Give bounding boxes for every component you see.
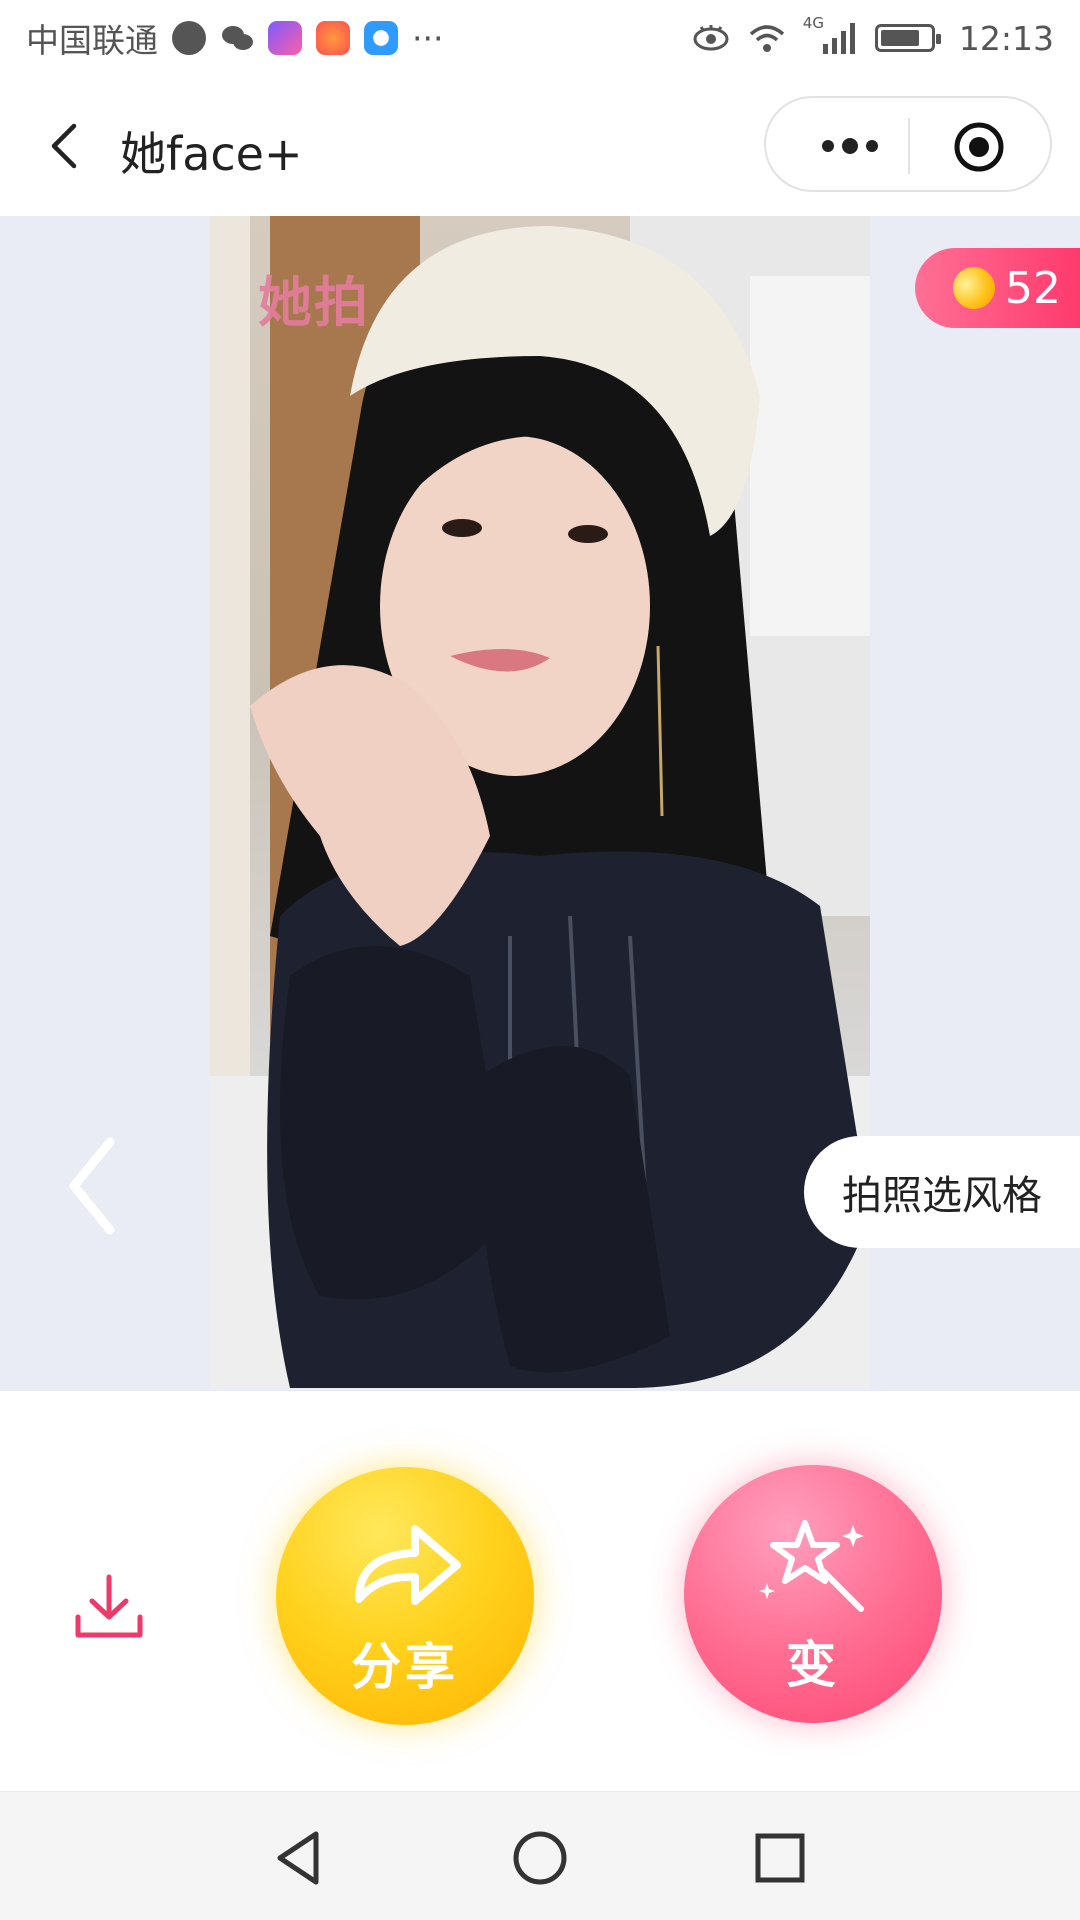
download-icon[interactable] bbox=[72, 1571, 146, 1645]
pinwheel-app-icon bbox=[316, 21, 350, 55]
coin-count: 52 bbox=[1005, 262, 1061, 314]
wechat-icon bbox=[220, 21, 254, 55]
close-target-icon[interactable] bbox=[952, 120, 1006, 174]
transform-button[interactable]: 变 bbox=[684, 1465, 942, 1723]
back-icon[interactable] bbox=[34, 112, 102, 180]
status-right: 4G 12:13 bbox=[691, 14, 1054, 58]
chevron-left-icon[interactable] bbox=[58, 1126, 130, 1246]
coin-badge[interactable]: 52 bbox=[915, 248, 1080, 328]
photo-watermark: 她拍 bbox=[258, 271, 370, 334]
carrier-label: 中国联通 bbox=[26, 21, 158, 60]
mini-program-capsule bbox=[764, 96, 1052, 192]
qq-icon bbox=[172, 21, 206, 55]
status-left: 中国联通 ··· bbox=[26, 14, 443, 62]
action-area: 分享 变 bbox=[0, 1391, 1080, 1791]
title-bar: 她face+ bbox=[0, 76, 1080, 216]
share-label: 分享 bbox=[351, 1638, 459, 1696]
wifi-icon bbox=[749, 25, 785, 52]
status-bar: 中国联通 ··· 4G 12:13 bbox=[0, 0, 1080, 76]
browser-app-icon bbox=[364, 21, 398, 55]
magic-wand-icon bbox=[759, 1520, 864, 1612]
nav-back-icon[interactable] bbox=[268, 1826, 332, 1890]
system-nav-bar bbox=[0, 1791, 1080, 1920]
clock: 12:13 bbox=[958, 18, 1054, 58]
result-photo: 她拍 bbox=[210, 216, 870, 1388]
transform-label: 变 bbox=[786, 1636, 840, 1694]
nav-home-icon[interactable] bbox=[508, 1826, 572, 1890]
nav-recents-icon[interactable] bbox=[748, 1826, 812, 1890]
photo-stage: 她拍 52 拍照选风格 bbox=[0, 216, 1080, 1391]
coin-icon bbox=[947, 261, 1001, 315]
battery-icon bbox=[874, 24, 941, 52]
choose-style-button[interactable]: 拍照选风格 bbox=[804, 1136, 1080, 1248]
signal-icon: 4G bbox=[803, 14, 859, 56]
video-app-icon bbox=[268, 21, 302, 55]
capsule-divider bbox=[908, 118, 910, 174]
share-button[interactable]: 分享 bbox=[276, 1467, 534, 1725]
eye-comfort-icon bbox=[693, 25, 729, 51]
page-title: 她face+ bbox=[120, 127, 303, 181]
share-arrow-icon bbox=[355, 1525, 461, 1605]
notification-overflow: ··· bbox=[412, 18, 444, 58]
more-icon[interactable] bbox=[806, 122, 896, 170]
